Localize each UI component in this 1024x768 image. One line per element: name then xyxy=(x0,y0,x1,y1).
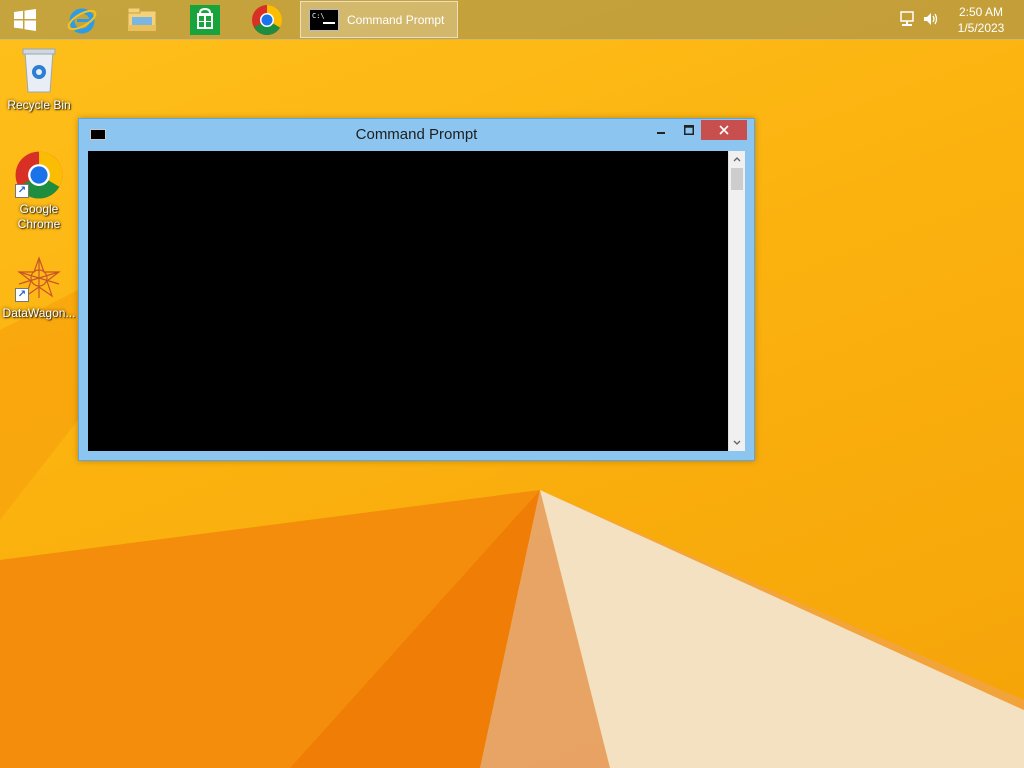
scroll-up-button[interactable] xyxy=(729,151,745,167)
google-chrome-label: Google Chrome xyxy=(17,202,61,231)
taskbar-command-prompt[interactable]: C:\ Command Prompt xyxy=(300,1,458,38)
taskbar-command-prompt-label: Command Prompt xyxy=(347,12,445,27)
network-icon xyxy=(900,11,914,26)
network-status[interactable] xyxy=(898,10,916,32)
chevron-up-icon xyxy=(733,157,741,162)
command-prompt-window: Command Prompt xyxy=(78,118,755,461)
volume-icon xyxy=(924,13,938,25)
clock-time: 2:50 AM xyxy=(958,5,1004,19)
console-icon: C:\ xyxy=(309,8,339,31)
minimize-icon xyxy=(657,132,665,134)
window-titlebar[interactable]: Command Prompt xyxy=(79,119,754,151)
desktop-icon-datawagon[interactable]: ↗ DataWagon... xyxy=(1,254,77,321)
chrome-icon xyxy=(252,4,283,36)
minimize-button[interactable] xyxy=(651,120,671,140)
datawagon-label: DataWagon... xyxy=(2,306,76,320)
scroll-thumb[interactable] xyxy=(731,168,743,190)
shortcut-arrow-icon: ↗ xyxy=(15,288,29,302)
windows-logo-icon xyxy=(14,9,36,31)
maximize-button[interactable] xyxy=(679,120,699,140)
taskbar-internet-explorer[interactable] xyxy=(57,2,107,38)
desktop-icon-recycle-bin[interactable]: Recycle Bin xyxy=(1,46,77,113)
desktop-icon-google-chrome[interactable]: ↗ Google Chrome xyxy=(1,150,77,232)
taskbar-store[interactable] xyxy=(180,2,230,38)
start-button[interactable] xyxy=(0,2,50,38)
taskbar-chrome[interactable] xyxy=(242,2,292,38)
vertical-scrollbar[interactable] xyxy=(728,151,745,451)
console-output[interactable] xyxy=(88,151,728,451)
close-icon xyxy=(719,125,729,135)
taskbar: C:\ Command Prompt 2:50 AM 1/5/2023 xyxy=(0,0,1024,40)
file-explorer-icon xyxy=(127,7,157,32)
scroll-down-button[interactable] xyxy=(729,435,745,451)
windows-store-icon xyxy=(190,5,220,35)
close-button[interactable] xyxy=(701,120,747,140)
recycle-bin-label: Recycle Bin xyxy=(7,98,71,112)
clock-date: 1/5/2023 xyxy=(957,21,1005,35)
svg-text:C:\: C:\ xyxy=(312,12,325,20)
system-clock[interactable]: 2:50 AM 1/5/2023 xyxy=(946,4,1016,36)
maximize-icon xyxy=(684,125,694,135)
chevron-down-icon xyxy=(733,440,741,445)
taskbar-file-explorer[interactable] xyxy=(117,2,167,38)
shortcut-arrow-icon: ↗ xyxy=(15,184,29,198)
internet-explorer-icon xyxy=(67,8,97,34)
volume-control[interactable] xyxy=(922,10,940,32)
recycle-bin-icon xyxy=(22,48,56,93)
